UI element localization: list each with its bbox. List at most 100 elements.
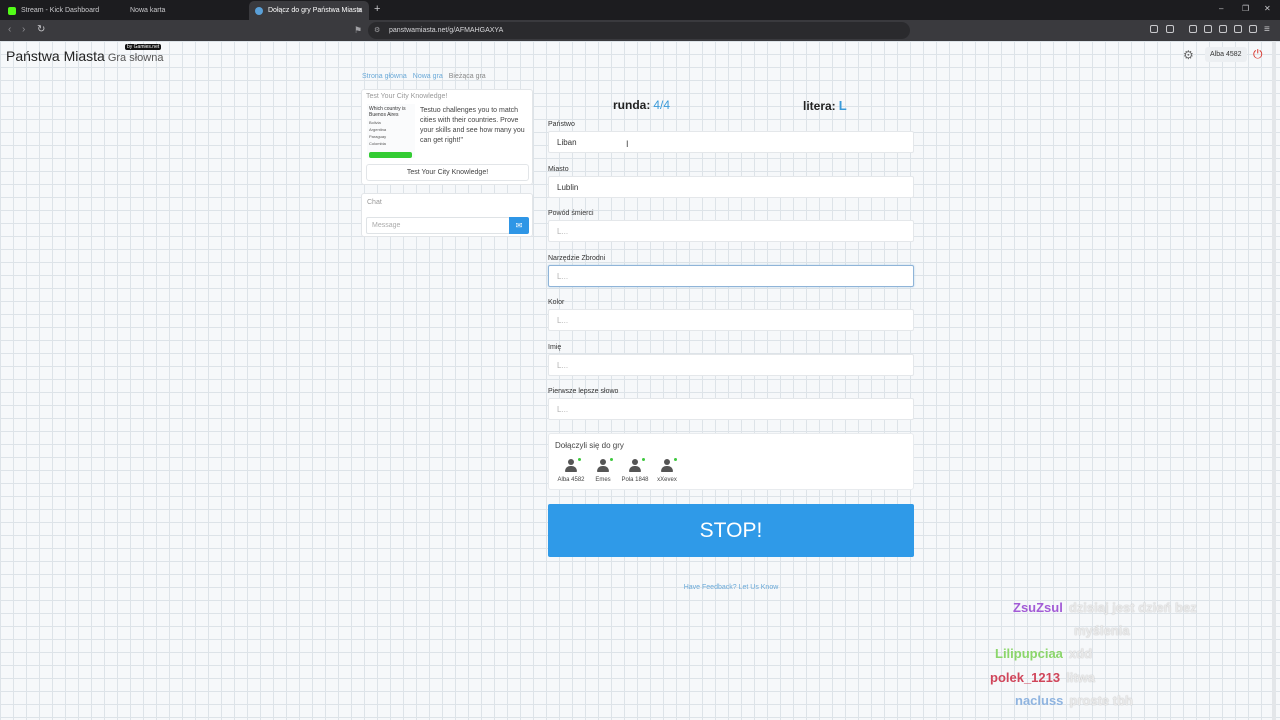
user-badge[interactable]: Alba 4582: [1205, 47, 1247, 62]
stream-chat-message: ZsuZsul dzisiaj jest dzień bez: [1013, 600, 1197, 615]
chat-text: xdd: [1068, 646, 1093, 661]
ad-card: Test Your City Knowledge! Which country …: [361, 89, 533, 185]
chat-username: Lilipupciaa: [995, 646, 1063, 661]
chat-message-input[interactable]: Message: [366, 217, 510, 234]
any-word-input[interactable]: L...: [548, 398, 914, 420]
browser-tab-bar: Stream - Kick Dashboard Nowa karta Dołąc…: [0, 0, 1280, 20]
round-value: 4/4: [653, 98, 671, 112]
field-murder-weapon: Narzędzie Zbrodni L...: [548, 255, 914, 287]
avatar-icon: [597, 458, 613, 473]
color-input[interactable]: L...: [548, 309, 914, 331]
forward-icon[interactable]: ›: [22, 24, 25, 35]
chat-username: nacluss: [1015, 693, 1064, 708]
back-icon[interactable]: ‹: [8, 24, 11, 35]
breadcrumb: Strona główna Nowa gra Bieżąca gra: [362, 73, 486, 80]
avatar-icon: [629, 458, 645, 473]
ad-text: Testuo challenges you to match cities wi…: [420, 107, 525, 144]
ad-image-option: Colombia: [369, 141, 386, 146]
brand-logo[interactable]: Państwa Miasta Gra słowna: [6, 48, 163, 64]
online-dot-icon: [642, 458, 645, 461]
player-name: Emes: [595, 477, 611, 483]
player-name: Pola 1848: [621, 477, 649, 483]
player-item: Alba 4582: [554, 458, 588, 483]
gamies-badge: by Gamies.net: [125, 44, 162, 50]
avatar-icon: [565, 458, 581, 473]
player-name: xXevex: [657, 477, 677, 483]
text-cursor-icon: I: [626, 139, 629, 149]
chat-panel: Chat Message ✉: [361, 193, 533, 237]
field-cause-of-death: Powód śmierci L...: [548, 210, 914, 242]
player-item: Pola 1848: [618, 458, 652, 483]
country-input[interactable]: Liban: [548, 131, 914, 153]
extension-icon[interactable]: [1150, 25, 1158, 33]
tab-new[interactable]: Nowa karta: [124, 1, 246, 20]
logout-icon[interactable]: ⏻: [1253, 47, 1263, 62]
maximize-icon[interactable]: ❐: [1242, 4, 1249, 13]
ad-button[interactable]: Test Your City Knowledge!: [366, 164, 529, 181]
brand-title: Państwa Miasta: [6, 48, 105, 64]
tab-title: Stream - Kick Dashboard: [21, 7, 100, 14]
players-title: Dołączyli się do gry: [555, 441, 624, 450]
name-input[interactable]: L...: [548, 354, 914, 376]
site-info-icon[interactable]: ⚙: [374, 26, 380, 34]
tab-game[interactable]: Dołącz do gry Państwa Miasta ✕: [249, 1, 369, 20]
scrollbar[interactable]: [1272, 41, 1276, 720]
player-name: Alba 4582: [557, 477, 585, 483]
field-country: Państwo Liban: [548, 121, 914, 153]
browser-toolbar: ‹ › ↻ ⚑ ⚙ panstwamiasta.net/g/AFMAHGAXYA…: [0, 20, 1280, 41]
tab-kick-dashboard[interactable]: Stream - Kick Dashboard: [2, 1, 124, 20]
field-name: Imię L...: [548, 344, 914, 376]
page: Państwa Miasta Gra słowna by Gamies.net ⚙…: [0, 41, 1280, 720]
field-label: Miasto: [548, 166, 569, 173]
cause-of-death-input[interactable]: L...: [548, 220, 914, 242]
field-color: Kolor L...: [548, 299, 914, 331]
new-tab-icon[interactable]: +: [374, 3, 380, 15]
ad-image[interactable]: Which country is Buenos Aires Bolivia Ar…: [367, 104, 415, 158]
close-tab-icon[interactable]: ✕: [356, 6, 363, 15]
field-label: Narzędzie Zbrodni: [548, 255, 606, 262]
letter-label: litera:: [803, 99, 836, 113]
round-label: runda:: [613, 98, 651, 112]
close-window-icon[interactable]: ✕: [1264, 4, 1271, 13]
breadcrumb-new-game[interactable]: Nowa gra: [413, 73, 443, 80]
field-label: Kolor: [548, 299, 565, 306]
tab-title: Nowa karta: [130, 7, 166, 14]
player-item: xXevex: [650, 458, 684, 483]
murder-weapon-input[interactable]: L...: [548, 265, 914, 287]
reload-icon[interactable]: ↻: [37, 24, 45, 35]
ad-image-question: Which country is Buenos Aires: [369, 106, 406, 118]
minimize-icon[interactable]: –: [1219, 4, 1223, 13]
music-icon[interactable]: [1189, 25, 1197, 33]
ad-image-option: Bolivia: [369, 120, 381, 125]
online-dot-icon: [610, 458, 613, 461]
url-bar[interactable]: ⚙ panstwamiasta.net/g/AFMAHGAXYA: [368, 22, 910, 39]
globe-favicon-icon: [255, 6, 263, 15]
bookmark-icon[interactable]: ⚑: [354, 25, 362, 36]
ad-image-option: Paraguay: [369, 134, 387, 139]
round-indicator: runda: 4/4: [613, 98, 670, 112]
letter-indicator: litera: L: [803, 98, 847, 113]
city-input[interactable]: Lublin: [548, 176, 914, 198]
shield-icon[interactable]: [1249, 25, 1257, 33]
chat-text: litwa: [1066, 670, 1096, 685]
avatar-icon: [661, 458, 677, 473]
wallet-icon[interactable]: [1219, 25, 1227, 33]
player-item: Emes: [586, 458, 620, 483]
vpn-icon[interactable]: [1234, 25, 1242, 33]
stream-chat-message: polek_1213 litwa: [990, 670, 1095, 685]
sidebar-icon[interactable]: [1204, 25, 1212, 33]
gear-icon[interactable]: ⚙: [1183, 48, 1194, 62]
field-label: Powód śmierci: [548, 210, 594, 217]
stop-button[interactable]: STOP!: [548, 504, 914, 557]
url-text: panstwamiasta.net/g/AFMAHGAXYA: [389, 27, 504, 34]
players-panel: Dołączyli się do gry Alba 4582 Emes Pola…: [548, 433, 914, 490]
online-dot-icon: [674, 458, 677, 461]
ad-image-button: [369, 152, 412, 158]
menu-icon[interactable]: ≡: [1264, 24, 1270, 35]
letter-value: L: [838, 98, 847, 113]
extension-icon[interactable]: [1166, 25, 1174, 33]
breadcrumb-home[interactable]: Strona główna: [362, 73, 407, 80]
chat-username: ZsuZsul: [1013, 600, 1063, 615]
send-message-button[interactable]: ✉: [509, 217, 529, 234]
feedback-link[interactable]: Have Feedback? Let Us Know: [548, 584, 914, 591]
